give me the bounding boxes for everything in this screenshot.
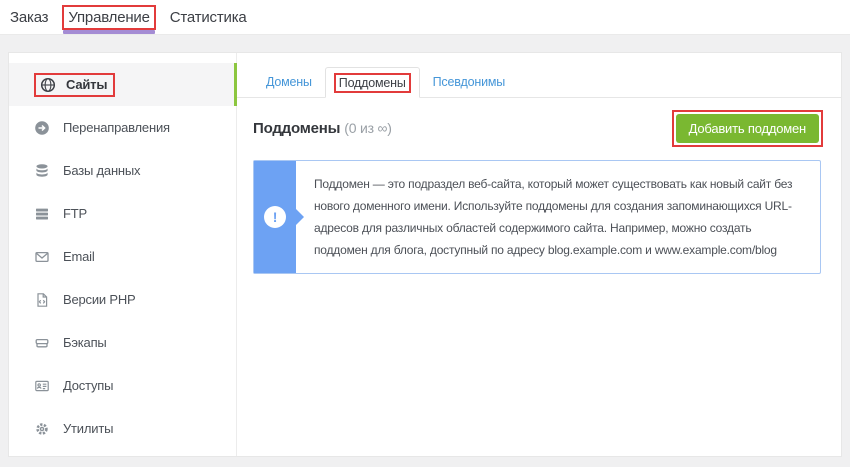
sidebar: Сайты Перенаправления Базы данных FTP Email В… [9, 53, 237, 456]
nav-item-label: Статистика [170, 9, 247, 26]
tab-domains[interactable]: Домены [253, 67, 325, 97]
add-subdomain-button[interactable]: Добавить поддомен [676, 114, 819, 143]
info-box-strip: ! [254, 161, 296, 273]
sidebar-item-label: Перенаправления [63, 120, 170, 135]
annotation-box-add-button: Добавить поддомен [672, 110, 823, 147]
sidebar-item-email[interactable]: Email [9, 235, 236, 278]
sidebar-item-label: Бэкапы [63, 335, 107, 350]
info-box: ! Поддомен — это подраздел веб-сайта, ко… [253, 160, 821, 274]
page-title: Поддомены (0 из ∞) [253, 120, 392, 137]
sidebar-item-label: Email [63, 249, 95, 264]
annotation-highlight: Управление [62, 5, 155, 30]
redirect-icon [34, 120, 50, 136]
tab-label: Псевдонимы [433, 75, 505, 89]
nav-item-orders[interactable]: Заказ [10, 0, 48, 34]
info-box-notch [296, 209, 304, 225]
annotation-highlight: Сайты [34, 73, 115, 97]
nav-item-statistics[interactable]: Статистика [170, 0, 247, 34]
nav-item-management[interactable]: Управление [62, 0, 155, 34]
content-area: Домены Поддомены Псевдонимы Поддомены (0 и… [237, 53, 841, 456]
main-panel: Сайты Перенаправления Базы данных FTP Email В… [8, 52, 842, 457]
tab-bar: Домены Поддомены Псевдонимы [237, 53, 841, 98]
sidebar-item-label: Утилиты [63, 421, 113, 436]
sidebar-item-label: FTP [63, 206, 87, 221]
tab-aliases[interactable]: Псевдонимы [420, 67, 518, 97]
info-box-text: Поддомен — это подраздел веб-сайта, кото… [296, 161, 820, 273]
sidebar-item-redirects[interactable]: Перенаправления [9, 106, 236, 149]
nav-item-label: Заказ [10, 9, 48, 26]
sidebar-item-backups[interactable]: Бэкапы [9, 321, 236, 364]
subdomain-count: (0 из ∞) [344, 120, 392, 136]
sidebar-item-label: Сайты [66, 77, 107, 92]
sidebar-item-databases[interactable]: Базы данных [9, 149, 236, 192]
database-icon [34, 163, 50, 179]
tab-subdomains[interactable]: Поддомены [325, 67, 420, 98]
sidebar-item-sites[interactable]: Сайты [9, 63, 236, 106]
mail-icon [34, 249, 50, 265]
server-icon [34, 206, 50, 222]
backup-icon [34, 335, 50, 351]
sidebar-item-label: Базы данных [63, 163, 140, 178]
globe-icon [40, 77, 56, 93]
top-navigation: Заказ Управление Статистика [10, 0, 247, 34]
exclamation-icon: ! [264, 206, 286, 228]
nav-item-label: Управление [68, 9, 149, 26]
sidebar-item-label: Доступы [63, 378, 113, 393]
gear-icon [34, 421, 50, 437]
tab-label: Домены [266, 75, 312, 89]
annotation-highlight: Поддомены [334, 73, 411, 93]
sidebar-item-access[interactable]: Доступы [9, 364, 236, 407]
tab-label: Поддомены [339, 76, 406, 90]
sidebar-item-label: Версии PHP [63, 292, 136, 307]
sidebar-item-php-versions[interactable]: Версии PHP [9, 278, 236, 321]
active-nav-underline [63, 30, 154, 34]
php-file-icon [34, 292, 50, 308]
top-bar: Заказ Управление Статистика [0, 0, 850, 35]
sidebar-item-utilities[interactable]: Утилиты [9, 407, 236, 450]
id-card-icon [34, 378, 50, 394]
sidebar-item-ftp[interactable]: FTP [9, 192, 236, 235]
page-title-text: Поддомены [253, 120, 340, 137]
heading-row: Поддомены (0 из ∞) Добавить поддомен [237, 98, 841, 147]
